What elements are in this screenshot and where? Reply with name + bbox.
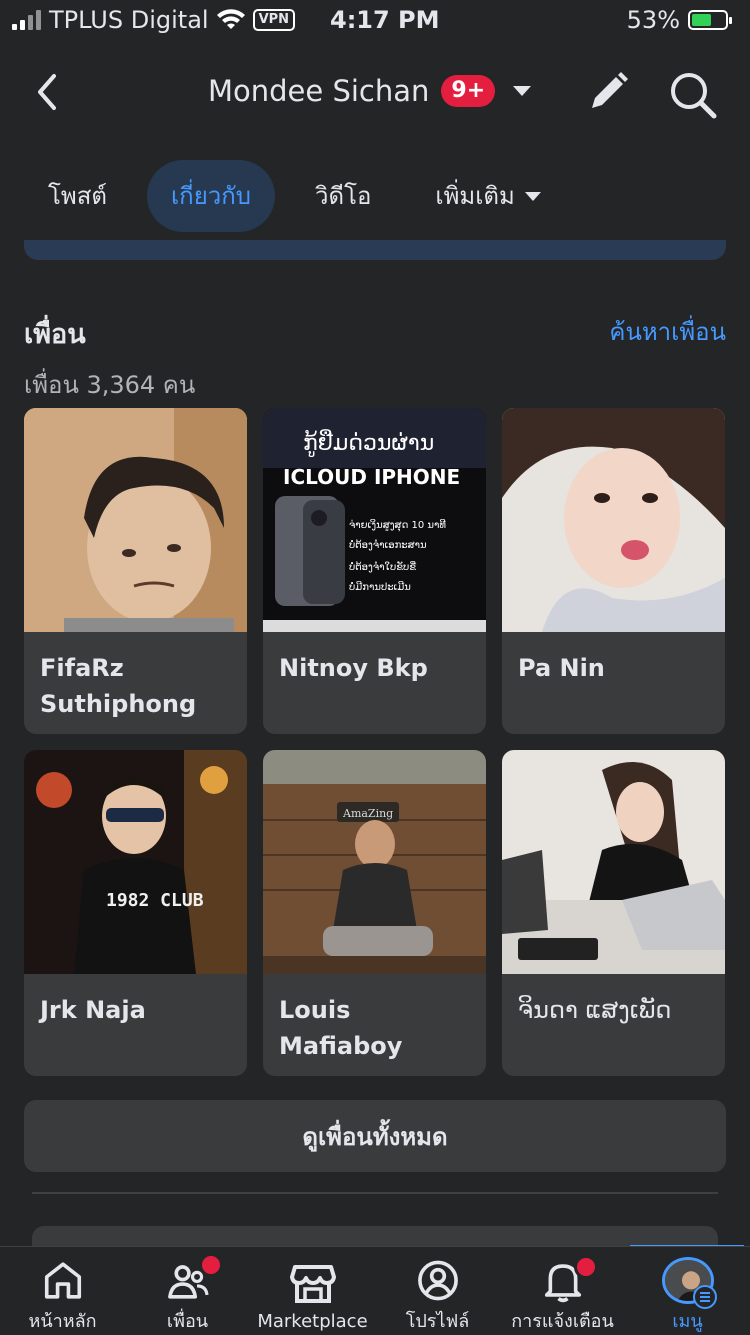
section-divider [32, 1192, 718, 1194]
tab-videos[interactable]: วิดีโอ [291, 160, 395, 232]
ad-bullet: ບໍ່ຕ້ອງຈຳໃບຂັບຂີ່ [349, 560, 416, 573]
chevron-down-icon [524, 191, 541, 201]
nav-menu[interactable]: เมนู [625, 1247, 750, 1335]
tab-more[interactable]: เพิ่มเติม [411, 160, 564, 232]
tab-posts[interactable]: โพสต์ [24, 160, 131, 232]
chevron-down-icon [513, 86, 532, 96]
notification-badge: 9+ [441, 75, 496, 107]
signal-icon [12, 10, 41, 30]
nav-label: เพื่อน [166, 1311, 209, 1332]
see-all-friends-button[interactable]: ดูเพื่อนทั้งหมด [24, 1100, 726, 1172]
friend-card[interactable]: AmaZing Louis Mafiaboy [263, 750, 486, 1076]
status-left: TPLUS Digital VPN [12, 6, 296, 34]
nav-friends[interactable]: เพื่อน [125, 1247, 250, 1335]
friend-name: Pa Nin [518, 654, 605, 682]
friend-card[interactable]: FifaRz Suthiphong [24, 408, 247, 734]
friends-count: เพื่อน 3,364 คน [24, 371, 196, 399]
battery-percent: 53% [626, 6, 680, 34]
ad-bullet: ບໍ່ຕ້ອງຈຳເອກະສານ [349, 539, 427, 551]
advert-illustration: ກູ້ຢືມດ່ວນຜ່ານ ICLOUD IPHONE ຈ່າຍເງິນສູງ… [263, 408, 486, 632]
portrait-illustration: 1982 CLUB [24, 750, 247, 974]
previous-section-edge [24, 240, 726, 260]
friend-name: Nitnoy Bkp [279, 654, 428, 682]
tab-label: โพสต์ [48, 182, 107, 210]
search-icon[interactable] [668, 70, 718, 120]
nav-label: Marketplace [257, 1311, 368, 1332]
bottom-nav: หน้าหลัก เพื่อน Marketplace โปรไฟล์ การแ… [0, 1246, 750, 1335]
nav-label: การแจ้งเตือน [511, 1311, 614, 1332]
status-right: 53% [626, 6, 732, 34]
profile-name: Mondee Sichan [208, 74, 430, 108]
marketplace-icon [289, 1265, 336, 1303]
friend-photo[interactable]: AmaZing [263, 750, 486, 974]
find-friends-link[interactable]: ค้นหาเพื่อน [609, 312, 726, 351]
shirt-print: 1982 CLUB [106, 890, 204, 911]
nav-marketplace[interactable]: Marketplace [250, 1247, 375, 1335]
friend-card[interactable]: 1982 CLUB Jrk Naja [24, 750, 247, 1076]
ad-title: ICLOUD IPHONE [283, 465, 460, 489]
friend-name: Louis Mafiaboy [279, 996, 403, 1060]
nav-label: หน้าหลัก [28, 1311, 97, 1332]
tab-about[interactable]: เกี่ยวกับ [146, 160, 275, 232]
status-bar: TPLUS Digital VPN 4:17 PM 53% [0, 0, 750, 44]
profile-tabs: โพสต์ เกี่ยวกับ วิดีโอ เพิ่มเติม [24, 160, 581, 232]
friends-grid: FifaRz Suthiphong ກູ້ຢືມດ່ວນຜ່ານ ICLOUD … [24, 408, 726, 1076]
nav-label: เมนู [672, 1311, 703, 1332]
friend-name: FifaRz Suthiphong [40, 654, 197, 718]
status-time: 4:17 PM [330, 6, 440, 34]
tab-label: เกี่ยวกับ [170, 182, 251, 210]
tab-label: เพิ่มเติม [435, 182, 515, 210]
friend-card[interactable]: ກູ້ຢືມດ່ວນຜ່ານ ICLOUD IPHONE ຈ່າຍເງິນສູງ… [263, 408, 486, 734]
friends-section-header: เพื่อน เพื่อน 3,364 คน ค้นหาเพื่อน [24, 312, 726, 404]
ad-headline: ກູ້ຢືມດ່ວນຜ່ານ [303, 430, 434, 457]
nav-notifications[interactable]: การแจ้งเตือน [500, 1247, 625, 1335]
friend-photo[interactable]: ກູ້ຢືມດ່ວນຜ່ານ ICLOUD IPHONE ຈ່າຍເງິນສູງ… [263, 408, 486, 632]
tab-label: วิดีโอ [315, 182, 372, 210]
wifi-icon [216, 9, 245, 29]
sign-text: AmaZing [342, 807, 393, 820]
friend-name: ຈິນດາ ແສງເພັດ [518, 996, 672, 1024]
friend-photo[interactable] [502, 750, 725, 974]
portrait-illustration [24, 408, 247, 632]
ad-bullet: ຈ່າຍເງິນສູງສຸດ 10 ນາທີ [349, 518, 446, 532]
friend-card[interactable]: Pa Nin [502, 408, 725, 734]
home-icon [44, 1262, 81, 1299]
profile-icon [417, 1260, 458, 1301]
ad-bullet: ບໍ່ມີການປະເມີນ [349, 580, 411, 593]
back-icon[interactable] [28, 70, 68, 114]
friend-photo[interactable] [502, 408, 725, 632]
carrier-name: TPLUS Digital [49, 6, 209, 34]
nav-profile[interactable]: โปรไฟล์ [375, 1247, 500, 1335]
vpn-badge: VPN [252, 9, 296, 31]
nav-home[interactable]: หน้าหลัก [0, 1247, 125, 1335]
friend-photo[interactable] [24, 408, 247, 632]
notification-dot [199, 1253, 223, 1277]
profile-title-button[interactable]: Mondee Sichan 9+ [208, 74, 532, 108]
portrait-illustration [502, 408, 725, 632]
friend-card[interactable]: ຈິນດາ ແສງເພັດ [502, 750, 725, 1076]
battery-icon [688, 10, 732, 30]
portrait-illustration [502, 750, 725, 974]
friend-photo[interactable]: 1982 CLUB [24, 750, 247, 974]
portrait-illustration: AmaZing [263, 750, 486, 974]
friend-name: Jrk Naja [40, 996, 146, 1024]
profile-header: Mondee Sichan 9+ [0, 56, 750, 132]
edit-pencil-icon[interactable] [586, 70, 630, 114]
notification-dot [574, 1255, 598, 1279]
nav-label: โปรไฟล์ [405, 1311, 470, 1332]
menu-lines-icon [693, 1285, 717, 1309]
